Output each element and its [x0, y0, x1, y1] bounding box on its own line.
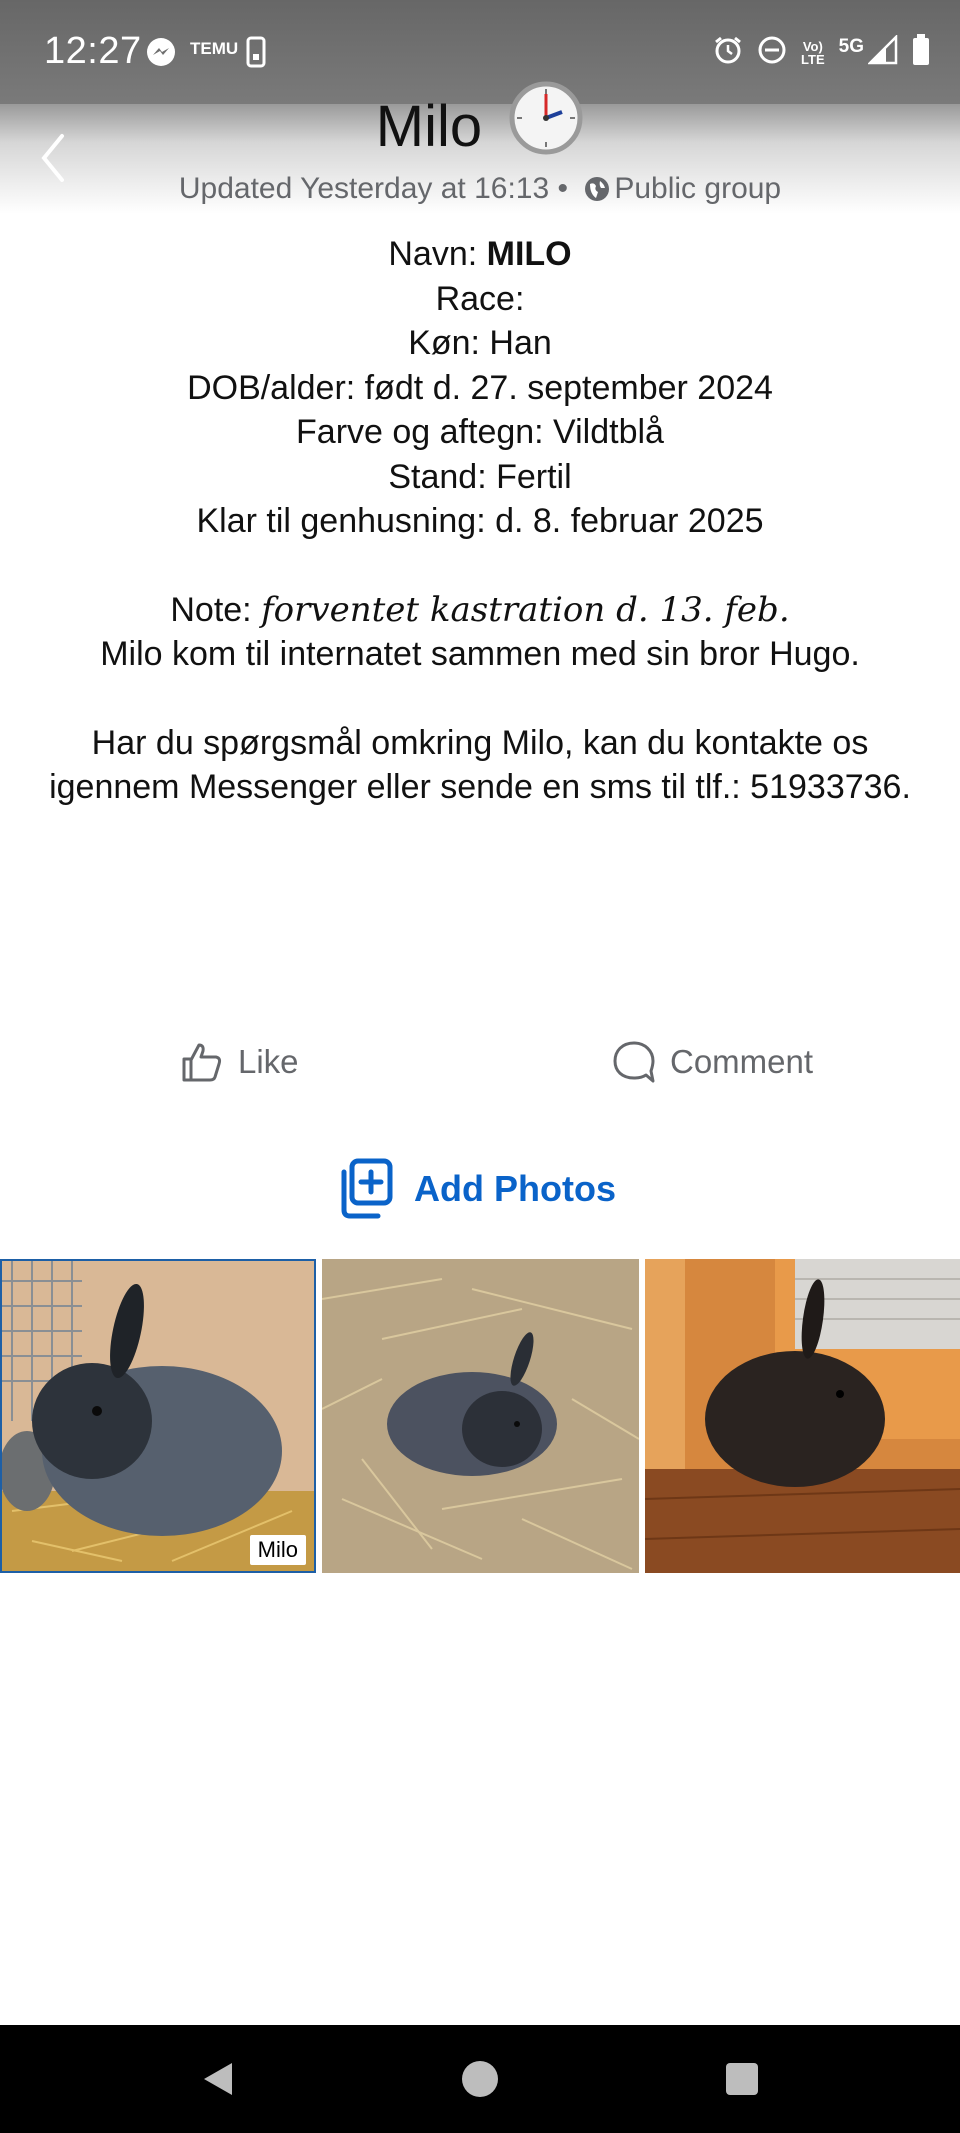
kon-line: Køn: Han	[408, 324, 552, 362]
alarm-icon	[713, 35, 743, 70]
race-line: Race:	[435, 279, 525, 318]
comment-label: Comment	[670, 1043, 814, 1080]
page-title-text: Milo	[375, 94, 483, 159]
stand-line: Stand: Fertil	[388, 457, 572, 496]
navn-line: Navn: MILO	[30, 232, 930, 277]
milo-line: Milo kom til internatet sammen med sin b…	[100, 635, 860, 673]
photo-grid: Milo	[0, 1259, 960, 1573]
post-actions: Like Comment	[0, 1040, 960, 1100]
globe-icon	[584, 176, 610, 210]
temu-icon: TEMU	[190, 39, 239, 58]
farve-line: Farve og aftegn: Vildtblå	[296, 413, 664, 451]
comment-button[interactable]: Comment	[612, 1040, 813, 1084]
status-right-icons: Vo) LTE 5G	[713, 33, 930, 71]
rabbit-photo-2	[322, 1259, 639, 1573]
like-button[interactable]: Like	[180, 1040, 299, 1084]
post-body: Navn: MILO Race: Køn: Han DOB/alder: fød…	[30, 232, 930, 810]
phone-outline-icon	[246, 36, 266, 73]
signal-icon	[866, 33, 898, 70]
privacy-text: Public group	[614, 172, 782, 205]
photo-thumbnail-2[interactable]	[322, 1259, 639, 1573]
like-label: Like	[238, 1043, 299, 1080]
note-line: Note: forventet kastration d. 13. feb.	[30, 588, 930, 633]
add-photos-icon	[341, 1158, 393, 1219]
post-subtitle: Updated Yesterday at 16:13 • Public grou…	[0, 172, 960, 210]
updated-text: Updated Yesterday at 16:13 •	[178, 172, 568, 205]
klar-line: Klar til genhusning: d. 8. februar 2025	[196, 502, 764, 540]
network-5g-label: 5G	[838, 36, 864, 57]
navn-label: Navn:	[388, 235, 478, 273]
photo-thumbnail-3[interactable]	[645, 1259, 960, 1573]
note-label: Note:	[170, 590, 252, 629]
note-text: forventet kastration d. 13. feb.	[261, 589, 790, 630]
nav-recents-button[interactable]	[724, 2061, 760, 2102]
add-photos-label: Add Photos	[414, 1168, 616, 1209]
nav-home-button[interactable]	[460, 2059, 500, 2104]
do-not-disturb-icon	[757, 35, 787, 70]
photo-name-tag: Milo	[249, 1535, 306, 1565]
status-time: 12:27	[44, 30, 142, 72]
comment-bubble-icon	[613, 1041, 655, 1083]
nav-back-button[interactable]	[198, 2059, 238, 2104]
navn-value: MILO	[486, 235, 572, 273]
add-photos-button[interactable]: Add Photos	[338, 1158, 616, 1220]
battery-icon	[912, 34, 930, 71]
rabbit-photo-1	[2, 1261, 314, 1571]
dob-line: DOB/alder: født d. 27. september 2024	[187, 368, 773, 407]
thumbs-up-icon	[182, 1043, 222, 1082]
volte-icon: Vo) LTE	[801, 38, 825, 67]
contact-line: Har du spørgsmål omkring Milo, kan du ko…	[49, 723, 911, 807]
photo-thumbnail-1[interactable]: Milo	[0, 1259, 316, 1573]
messenger-icon	[146, 37, 176, 72]
square-recents-icon	[726, 2063, 758, 2095]
triangle-back-icon	[204, 2063, 232, 2095]
page-title: Milo	[0, 80, 960, 170]
circle-home-icon	[462, 2061, 498, 2097]
system-nav-bar	[0, 2025, 960, 2133]
clock-icon	[508, 80, 584, 170]
rabbit-photo-3	[645, 1259, 960, 1573]
